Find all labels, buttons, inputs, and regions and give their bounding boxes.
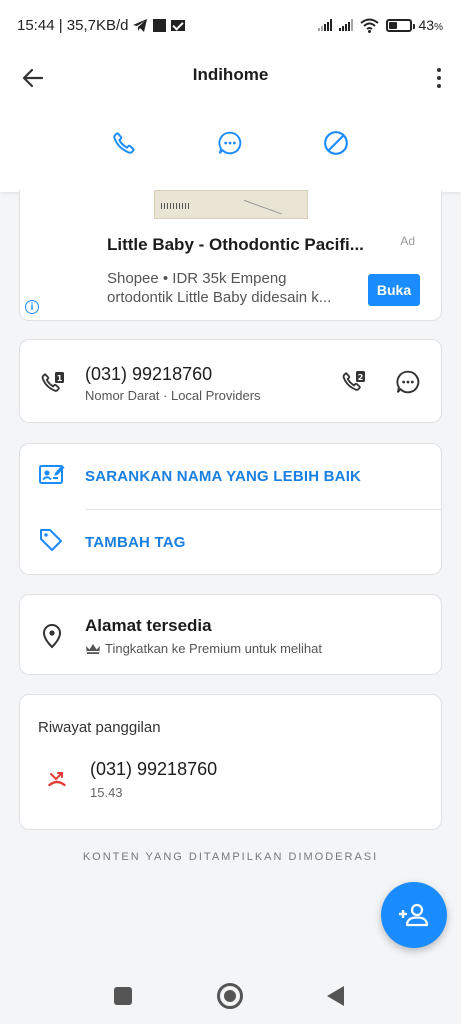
ad-label: Ad [400, 234, 415, 248]
add-contact-icon [399, 903, 429, 927]
gmail-icon [171, 19, 186, 31]
location-pin-icon [41, 623, 63, 654]
chat-bubble-icon [396, 370, 420, 394]
call-sim2-button[interactable]: 2 [341, 369, 367, 400]
suggest-name-row[interactable]: SARANKAN NAMA YANG LEBIH BAIK [20, 444, 441, 509]
edit-contact-card-icon [38, 462, 66, 491]
phone-icon [113, 132, 135, 154]
status-time-speed: 15:44 | 35,7KB/d [17, 16, 129, 34]
add-tag-label: TAMBAH TAG [85, 534, 186, 551]
battery-icon [385, 18, 415, 32]
telegram-icon [133, 18, 148, 32]
add-tag-row[interactable]: TAMBAH TAG [20, 510, 441, 575]
suggestions-card: SARANKAN NAMA YANG LEBIH BAIK TAMBAH TAG [19, 443, 442, 575]
status-bar: 15:44 | 35,7KB/d 43% [0, 0, 461, 50]
number-subtitle: Nomor Darat · Local Providers [85, 388, 261, 403]
more-options-button[interactable] [431, 63, 447, 93]
wifi-icon [359, 18, 379, 33]
system-nav-bar [0, 966, 461, 1024]
phone-number: (031) 99218760 [85, 364, 213, 384]
history-time: 15.43 [90, 785, 123, 800]
system-back-button[interactable] [327, 986, 344, 1006]
moderation-note: KONTEN YANG DITAMPILKAN DIMODERASI [82, 851, 379, 863]
app-bar: Indihome [0, 50, 461, 192]
status-left: 15:44 | 35,7KB/d [17, 16, 186, 34]
ad-card[interactable]: Little Baby - Othodontic Pacifi... Ad Sh… [19, 190, 442, 321]
phone-sim2-icon: 2 [342, 371, 365, 391]
home-button[interactable] [217, 983, 243, 1009]
call-button[interactable] [108, 127, 140, 159]
phone-sim1-icon: 1 [41, 372, 64, 392]
number-card: 1 (031) 99218760 Nomor Darat · Local Pro… [19, 339, 442, 423]
ad-open-button[interactable]: Buka [368, 274, 420, 306]
sms-button[interactable] [395, 369, 421, 400]
ad-image [154, 190, 308, 219]
page-title: Indihome [192, 65, 269, 84]
notification-app-icon [153, 18, 167, 32]
more-vertical-icon [437, 68, 441, 72]
block-icon [324, 131, 348, 155]
message-button[interactable] [214, 127, 246, 159]
ad-info-icon[interactable]: i [25, 300, 39, 314]
address-title: Alamat tersedia [85, 616, 212, 635]
call-history-card: Riwayat panggilan (031) 99218760 15.43 [19, 694, 442, 830]
add-contact-button[interactable] [381, 882, 447, 948]
svg-text:2: 2 [358, 373, 364, 382]
signal-sim1-icon [317, 19, 332, 31]
svg-text:1: 1 [57, 374, 63, 383]
missed-call-icon [48, 770, 66, 793]
ad-title: Little Baby - Othodontic Pacifi... [107, 235, 364, 254]
block-button[interactable] [320, 127, 352, 159]
crown-icon [86, 643, 100, 654]
address-subtitle: Tingkatkan ke Premium untuk melihat [85, 641, 322, 656]
ad-description: Shopee • IDR 35k Empeng ortodontik Littl… [107, 270, 332, 306]
battery-percent: 43% [418, 17, 443, 33]
address-card[interactable]: Alamat tersedia Tingkatkan ke Premium un… [19, 594, 442, 675]
call-history-title: Riwayat panggilan [38, 719, 161, 736]
history-number[interactable]: (031) 99218760 [90, 759, 217, 780]
recents-button[interactable] [114, 987, 132, 1005]
call-sim1-button[interactable]: 1 [40, 370, 66, 401]
signal-sim2-icon [338, 19, 353, 31]
suggest-name-label: SARANKAN NAMA YANG LEBIH BAIK [85, 468, 362, 485]
chat-bubble-icon [218, 131, 242, 155]
battery-fill [388, 21, 398, 29]
tag-icon [38, 527, 64, 558]
status-right: 43% [317, 17, 443, 33]
